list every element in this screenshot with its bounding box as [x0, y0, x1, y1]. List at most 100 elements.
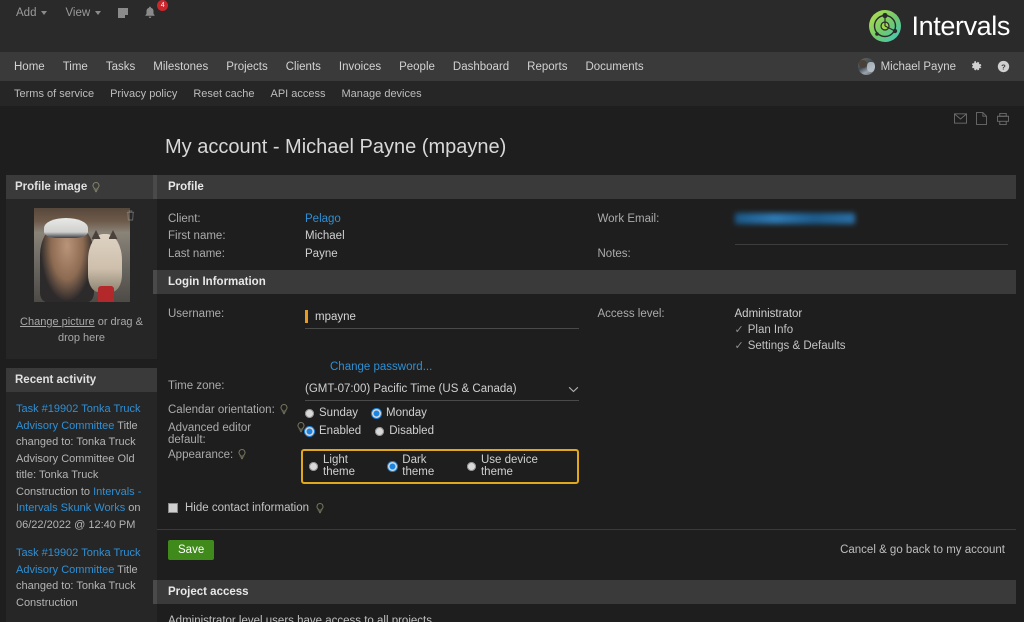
project-access-note: Administrator level users have access to…: [168, 615, 436, 622]
hint-bulb-icon[interactable]: [280, 404, 288, 415]
subnav-manage-devices[interactable]: Manage devices: [334, 84, 430, 104]
change-picture-link[interactable]: Change picture: [20, 316, 95, 328]
page-title: My account - Michael Payne (mpayne): [165, 136, 507, 158]
nav-item-milestones[interactable]: Milestones: [144, 55, 217, 79]
radio-use-device-theme[interactable]: [466, 461, 476, 471]
nav-item-reports[interactable]: Reports: [518, 55, 576, 79]
profile-first-name-field: First name: Michael: [157, 227, 587, 245]
radio-sunday[interactable]: [305, 408, 314, 418]
access-level-label: Access level:: [597, 308, 665, 320]
change-password-wrap: Change password...: [305, 352, 579, 377]
notes-button[interactable]: [111, 6, 135, 20]
radio-light-theme[interactable]: [309, 461, 318, 471]
radio-enabled-label[interactable]: Enabled: [319, 425, 361, 437]
change-password-link[interactable]: Change password...: [330, 361, 432, 373]
hint-bulb-icon[interactable]: [316, 502, 324, 514]
radio-dark-theme-label[interactable]: Dark theme: [402, 454, 453, 478]
nav-item-home[interactable]: Home: [5, 55, 54, 79]
access-sub-item-plan-info[interactable]: ✓ Plan Info: [735, 320, 1009, 336]
page-columns: Profile image Change picture or drag & d…: [0, 159, 1024, 622]
hide-contact-information-label[interactable]: Hide contact information: [185, 502, 309, 514]
timezone-label: Time zone:: [168, 380, 225, 392]
hide-contact-information-checkbox[interactable]: [168, 503, 178, 513]
subnav-privacy-policy[interactable]: Privacy policy: [102, 84, 185, 104]
radio-monday[interactable]: [372, 408, 382, 418]
nav-item-documents[interactable]: Documents: [576, 55, 652, 79]
client-link[interactable]: Pelago: [305, 213, 341, 225]
radio-dark-theme[interactable]: [388, 461, 398, 471]
section-login-body: Username: Access level: Adm: [157, 294, 1016, 580]
timezone-field: Time zone: (GMT-07:00) Pacific Time (US …: [157, 377, 587, 401]
check-icon: ✓: [734, 340, 744, 352]
activity-to-prefix: to: [80, 485, 94, 498]
access-sub-item-settings-defaults[interactable]: ✓ Settings & Defaults: [735, 336, 1009, 352]
bell-icon: [144, 6, 156, 19]
timezone-select[interactable]: (GMT-07:00) Pacific Time (US & Canada): [305, 380, 579, 401]
pdf-document-icon[interactable]: [976, 112, 987, 125]
sub-navigation: Terms of service Privacy policy Reset ca…: [0, 81, 1024, 106]
intervals-logo-icon: [867, 8, 903, 44]
text-cursor-icon: [305, 310, 308, 323]
nav-item-people[interactable]: People: [390, 55, 444, 79]
main-nav-items: Home Time Tasks Milestones Projects Clie…: [0, 55, 653, 79]
advanced-editor-label-text: Advanced editor default:: [168, 422, 252, 446]
view-menu[interactable]: View: [57, 5, 109, 21]
radio-disabled-label[interactable]: Disabled: [389, 425, 434, 437]
add-menu[interactable]: Add: [8, 5, 55, 21]
page-tools: [954, 112, 1010, 125]
calendar-orientation-label-text: Calendar orientation:: [168, 404, 275, 416]
sidebar: Profile image Change picture or drag & d…: [0, 175, 157, 622]
username-input-line[interactable]: [305, 308, 579, 329]
nav-item-dashboard[interactable]: Dashboard: [444, 55, 518, 79]
login-row-spacer-5: [587, 446, 1017, 484]
cancel-link[interactable]: Cancel & go back to my account: [840, 544, 1005, 556]
nav-item-clients[interactable]: Clients: [277, 55, 330, 79]
main-navigation: Home Time Tasks Milestones Projects Clie…: [0, 52, 1024, 81]
appearance-radio-group: Light theme Dark theme Use device theme: [301, 449, 579, 484]
notifications-button[interactable]: 4: [137, 0, 169, 21]
username-input[interactable]: [315, 310, 562, 323]
nav-item-projects[interactable]: Projects: [217, 55, 277, 79]
calendar-orientation-field: Calendar orientation: Sunday Monday: [157, 401, 587, 419]
user-menu-label: Michael Payne: [880, 60, 956, 73]
hide-contact-information-row: Hide contact information: [157, 484, 1016, 514]
profile-notes-value[interactable]: [735, 245, 1009, 260]
note-icon: [118, 7, 130, 19]
radio-enabled[interactable]: [305, 426, 314, 436]
help-button[interactable]: ?: [991, 60, 1016, 73]
profile-work-email-value: [734, 210, 1009, 227]
subnav-terms-of-service[interactable]: Terms of service: [6, 84, 102, 104]
form-actions: Save Cancel & go back to my account: [157, 529, 1016, 570]
profile-cat: [87, 234, 122, 292]
profile-last-name-value[interactable]: Payne: [305, 245, 579, 260]
appearance-field: Appearance: Light theme Dark theme Use d…: [157, 446, 587, 484]
settings-button[interactable]: [964, 60, 989, 73]
radio-sunday-label[interactable]: Sunday: [319, 407, 358, 419]
radio-disabled[interactable]: [375, 426, 385, 436]
nav-item-invoices[interactable]: Invoices: [330, 55, 390, 79]
work-email-underline: [734, 227, 1008, 245]
hint-bulb-icon[interactable]: [238, 449, 246, 460]
profile-first-name-value[interactable]: Michael: [305, 227, 579, 245]
delete-picture-icon[interactable]: [126, 210, 135, 224]
avatar: [857, 58, 875, 75]
radio-light-theme-label[interactable]: Light theme: [323, 454, 374, 478]
login-row-spacer-3: [587, 401, 1017, 419]
user-menu[interactable]: Michael Payne: [852, 58, 962, 75]
email-icon[interactable]: [954, 113, 967, 124]
section-project-access-header: Project access: [153, 580, 1016, 604]
hint-bulb-icon[interactable]: [297, 422, 305, 433]
save-button[interactable]: Save: [168, 540, 215, 560]
radio-monday-label[interactable]: Monday: [386, 407, 427, 419]
hint-bulb-icon[interactable]: [92, 181, 100, 193]
nav-item-tasks[interactable]: Tasks: [97, 55, 144, 79]
profile-picture-container: [6, 199, 157, 305]
subnav-api-access[interactable]: API access: [262, 84, 333, 104]
appearance-value-wrap: Light theme Dark theme Use device theme: [301, 446, 579, 484]
work-email-redacted: [734, 213, 855, 224]
radio-use-device-theme-label[interactable]: Use device theme: [481, 454, 560, 478]
nav-item-time[interactable]: Time: [54, 55, 97, 79]
print-icon[interactable]: [996, 112, 1010, 125]
svg-text:?: ?: [1001, 62, 1006, 71]
subnav-reset-cache[interactable]: Reset cache: [185, 84, 262, 104]
